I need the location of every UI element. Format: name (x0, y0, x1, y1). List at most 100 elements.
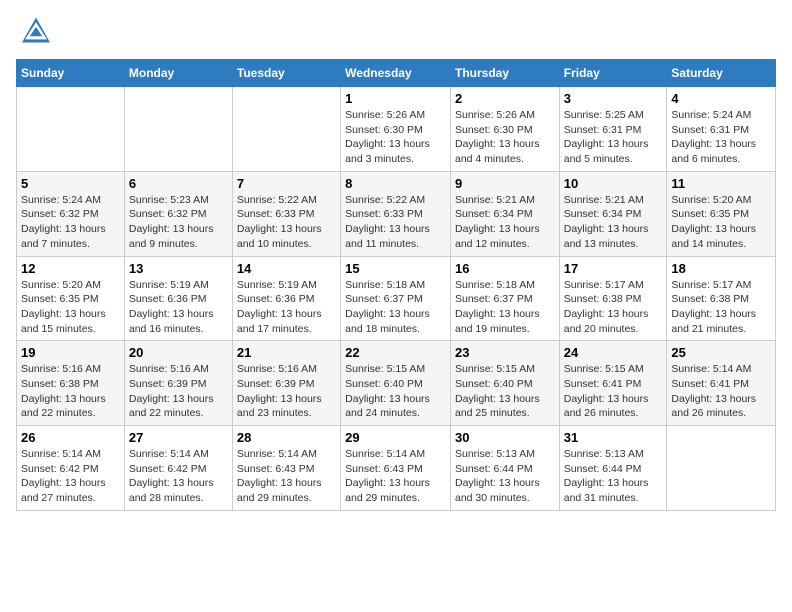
calendar-cell: 21 Sunrise: 5:16 AMSunset: 6:39 PMDayligh… (232, 341, 340, 426)
day-number: 29 (345, 430, 446, 445)
calendar-cell: 30Sunrise: 5:13 AMSunset: 6:44 PMDayligh… (450, 426, 559, 511)
day-number: 12 (21, 261, 120, 276)
day-number: 25 (671, 345, 771, 360)
day-info: Sunrise: 5:19 AMSunset: 6:36 PMDaylight:… (129, 278, 228, 337)
day-info: Sunrise: 5:26 AMSunset: 6:30 PMDaylight:… (345, 108, 446, 167)
calendar-week-3: 12Sunrise: 5:20 AMSunset: 6:35 PMDayligh… (17, 256, 776, 341)
calendar-cell: 27 Sunrise: 5:14 AMSunset: 6:42 PMDayligh… (124, 426, 232, 511)
day-info: Sunrise: 5:23 AMSunset: 6:32 PMDaylight:… (129, 193, 228, 252)
day-info: Sunrise: 5:14 AMSunset: 6:43 PMDaylight:… (237, 447, 336, 506)
day-number: 31 (564, 430, 663, 445)
day-number: 3 (564, 91, 663, 106)
day-number: 11 (671, 176, 771, 191)
calendar-cell: 17Sunrise: 5:17 AMSunset: 6:38 PMDayligh… (559, 256, 667, 341)
calendar-week-4: 19Sunrise: 5:16 AMSunset: 6:38 PMDayligh… (17, 341, 776, 426)
logo-icon (20, 16, 52, 44)
day-number: 18 (671, 261, 771, 276)
day-info: Sunrise: 5:15 AMSunset: 6:41 PMDaylight:… (564, 362, 663, 421)
day-info: Sunrise: 5:14 AMSunset: 6:42 PMDaylight:… (129, 447, 228, 506)
day-info: Sunrise: 5:20 AMSunset: 6:35 PMDaylight:… (671, 193, 771, 252)
day-number: 20 (129, 345, 228, 360)
day-number: 8 (345, 176, 446, 191)
calendar-header-row: SundayMondayTuesdayWednesdayThursdayFrid… (17, 60, 776, 87)
calendar-cell: 26 Sunrise: 5:14 AMSunset: 6:42 PMDayligh… (17, 426, 125, 511)
calendar-cell (124, 87, 232, 172)
calendar-cell: 6 Sunrise: 5:23 AMSunset: 6:32 PMDaylight… (124, 171, 232, 256)
day-info: Sunrise: 5:13 AMSunset: 6:44 PMDaylight:… (564, 447, 663, 506)
day-info: Sunrise: 5:18 AMSunset: 6:37 PMDaylight:… (455, 278, 555, 337)
calendar-cell: 29 Sunrise: 5:14 AMSunset: 6:43 PMDayligh… (341, 426, 451, 511)
logo (16, 16, 52, 49)
day-number: 2 (455, 91, 555, 106)
day-info: Sunrise: 5:17 AMSunset: 6:38 PMDaylight:… (671, 278, 771, 337)
calendar-cell: 18 Sunrise: 5:17 AMSunset: 6:38 PMDayligh… (667, 256, 776, 341)
calendar-cell: 4Sunrise: 5:24 AMSunset: 6:31 PMDaylight… (667, 87, 776, 172)
calendar-cell: 11 Sunrise: 5:20 AMSunset: 6:35 PMDayligh… (667, 171, 776, 256)
day-number: 13 (129, 261, 228, 276)
calendar-cell: 16 Sunrise: 5:18 AMSunset: 6:37 PMDayligh… (450, 256, 559, 341)
calendar-cell: 24 Sunrise: 5:15 AMSunset: 6:41 PMDayligh… (559, 341, 667, 426)
day-info: Sunrise: 5:14 AMSunset: 6:43 PMDaylight:… (345, 447, 446, 506)
calendar-cell: 1 Sunrise: 5:26 AMSunset: 6:30 PMDaylight… (341, 87, 451, 172)
day-number: 27 (129, 430, 228, 445)
day-number: 7 (237, 176, 336, 191)
day-info: Sunrise: 5:24 AMSunset: 6:32 PMDaylight:… (21, 193, 120, 252)
day-number: 23 (455, 345, 555, 360)
day-info: Sunrise: 5:14 AMSunset: 6:41 PMDaylight:… (671, 362, 771, 421)
calendar-cell: 28 Sunrise: 5:14 AMSunset: 6:43 PMDayligh… (232, 426, 340, 511)
day-info: Sunrise: 5:21 AMSunset: 6:34 PMDaylight:… (564, 193, 663, 252)
day-info: Sunrise: 5:14 AMSunset: 6:42 PMDaylight:… (21, 447, 120, 506)
calendar-cell (232, 87, 340, 172)
day-number: 9 (455, 176, 555, 191)
calendar-cell: 10Sunrise: 5:21 AMSunset: 6:34 PMDayligh… (559, 171, 667, 256)
day-info: Sunrise: 5:16 AMSunset: 6:39 PMDaylight:… (237, 362, 336, 421)
calendar-cell (667, 426, 776, 511)
weekday-header-saturday: Saturday (667, 60, 776, 87)
day-info: Sunrise: 5:18 AMSunset: 6:37 PMDaylight:… (345, 278, 446, 337)
calendar-cell: 23 Sunrise: 5:15 AMSunset: 6:40 PMDayligh… (450, 341, 559, 426)
day-number: 16 (455, 261, 555, 276)
calendar-cell: 22Sunrise: 5:15 AMSunset: 6:40 PMDayligh… (341, 341, 451, 426)
day-number: 30 (455, 430, 555, 445)
calendar-cell: 13 Sunrise: 5:19 AMSunset: 6:36 PMDayligh… (124, 256, 232, 341)
calendar-week-5: 26 Sunrise: 5:14 AMSunset: 6:42 PMDayligh… (17, 426, 776, 511)
weekday-header-friday: Friday (559, 60, 667, 87)
day-info: Sunrise: 5:21 AMSunset: 6:34 PMDaylight:… (455, 193, 555, 252)
calendar-week-1: 1 Sunrise: 5:26 AMSunset: 6:30 PMDaylight… (17, 87, 776, 172)
day-number: 15 (345, 261, 446, 276)
day-number: 1 (345, 91, 446, 106)
day-number: 5 (21, 176, 120, 191)
day-info: Sunrise: 5:24 AMSunset: 6:31 PMDaylight:… (671, 108, 771, 167)
calendar-cell: 7 Sunrise: 5:22 AMSunset: 6:33 PMDaylight… (232, 171, 340, 256)
calendar-table: SundayMondayTuesdayWednesdayThursdayFrid… (16, 59, 776, 511)
calendar-cell: 9 Sunrise: 5:21 AMSunset: 6:34 PMDaylight… (450, 171, 559, 256)
weekday-header-thursday: Thursday (450, 60, 559, 87)
page-header (16, 16, 776, 49)
day-number: 21 (237, 345, 336, 360)
weekday-header-wednesday: Wednesday (341, 60, 451, 87)
calendar-cell: 2 Sunrise: 5:26 AMSunset: 6:30 PMDaylight… (450, 87, 559, 172)
day-info: Sunrise: 5:22 AMSunset: 6:33 PMDaylight:… (237, 193, 336, 252)
day-info: Sunrise: 5:22 AMSunset: 6:33 PMDaylight:… (345, 193, 446, 252)
day-number: 14 (237, 261, 336, 276)
day-number: 26 (21, 430, 120, 445)
calendar-cell: 8 Sunrise: 5:22 AMSunset: 6:33 PMDaylight… (341, 171, 451, 256)
day-info: Sunrise: 5:15 AMSunset: 6:40 PMDaylight:… (345, 362, 446, 421)
calendar-cell: 20Sunrise: 5:16 AMSunset: 6:39 PMDayligh… (124, 341, 232, 426)
calendar-week-2: 5 Sunrise: 5:24 AMSunset: 6:32 PMDaylight… (17, 171, 776, 256)
calendar-cell: 19Sunrise: 5:16 AMSunset: 6:38 PMDayligh… (17, 341, 125, 426)
day-info: Sunrise: 5:15 AMSunset: 6:40 PMDaylight:… (455, 362, 555, 421)
day-info: Sunrise: 5:26 AMSunset: 6:30 PMDaylight:… (455, 108, 555, 167)
weekday-header-monday: Monday (124, 60, 232, 87)
calendar-cell: 14 Sunrise: 5:19 AMSunset: 6:36 PMDayligh… (232, 256, 340, 341)
day-info: Sunrise: 5:16 AMSunset: 6:38 PMDaylight:… (21, 362, 120, 421)
calendar-cell: 25 Sunrise: 5:14 AMSunset: 6:41 PMDayligh… (667, 341, 776, 426)
day-number: 28 (237, 430, 336, 445)
day-number: 24 (564, 345, 663, 360)
calendar-cell (17, 87, 125, 172)
calendar-cell: 3 Sunrise: 5:25 AMSunset: 6:31 PMDaylight… (559, 87, 667, 172)
day-info: Sunrise: 5:19 AMSunset: 6:36 PMDaylight:… (237, 278, 336, 337)
weekday-header-sunday: Sunday (17, 60, 125, 87)
day-info: Sunrise: 5:25 AMSunset: 6:31 PMDaylight:… (564, 108, 663, 167)
day-number: 6 (129, 176, 228, 191)
